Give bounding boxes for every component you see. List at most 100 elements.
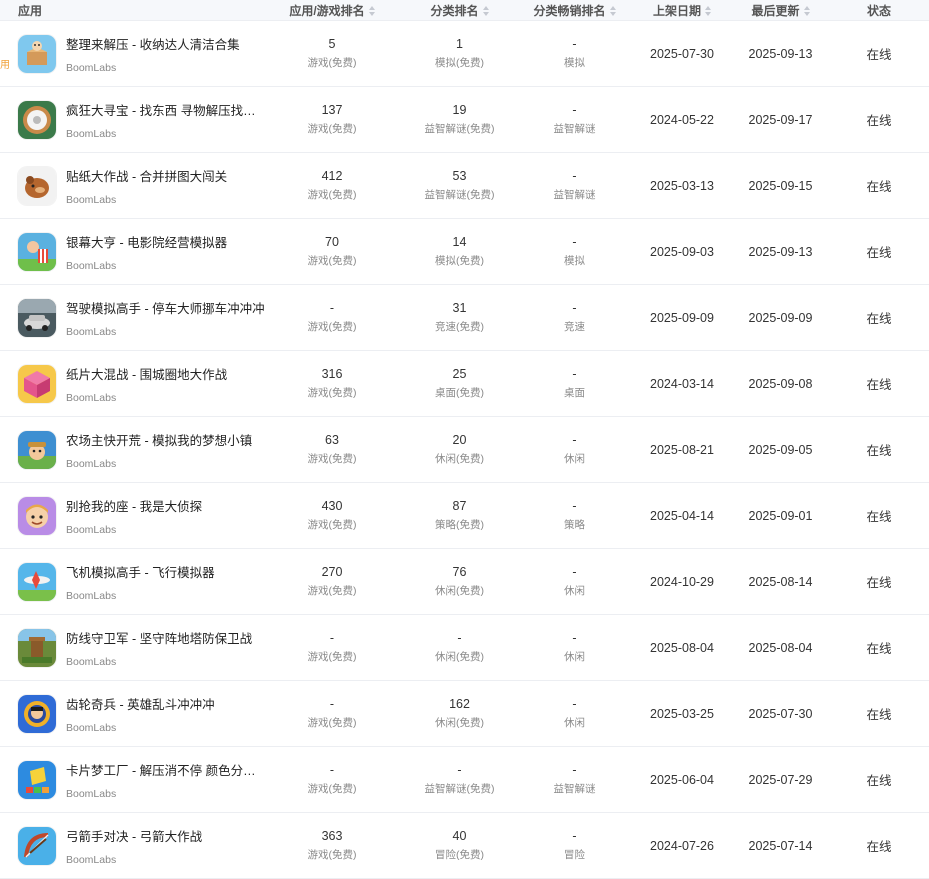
table-row[interactable]: 用 整理来解压 - 收纳达人清洁合集 BoomLabs 5 游戏(免费) 1 模… [0,21,929,87]
app-developer[interactable]: BoomLabs [66,458,252,470]
app-developer[interactable]: BoomLabs [66,854,202,866]
app-name[interactable]: 银幕大亨 - 电影院经营模拟器 [66,232,227,251]
header-category-rank[interactable]: 分类排名 [402,2,517,19]
app-cell[interactable]: 别抢我的座 - 我是大侦探 BoomLabs [0,496,262,536]
table-row[interactable]: 卡片梦工厂 - 解压消不停 颜色分… BoomLabs - 游戏(免费) - 益… [0,747,929,813]
app-name[interactable]: 驾驶模拟高手 - 停车大师挪车冲冲冲 [66,298,265,317]
cube-icon[interactable] [18,364,56,403]
table-row[interactable]: 贴纸大作战 - 合并拼图大闯关 BoomLabs 412 游戏(免费) 53 益… [0,153,929,219]
sort-icon[interactable] [803,6,810,17]
sort-icon[interactable] [705,6,711,17]
header-app: 应用 [0,2,262,19]
app-developer[interactable]: BoomLabs [66,260,227,272]
table-row[interactable]: 纸片大混战 - 围城圈地大作战 BoomLabs 316 游戏(免费) 25 桌… [0,351,929,417]
table-row[interactable]: 驾驶模拟高手 - 停车大师挪车冲冲冲 BoomLabs - 游戏(免费) 31 … [0,285,929,351]
app-name[interactable]: 整理来解压 - 收纳达人清洁合集 [66,34,240,53]
rank-value: 412 [321,169,343,183]
app-developer[interactable]: BoomLabs [66,788,256,800]
app-name[interactable]: 齿轮奇兵 - 英雄乱斗冲冲冲 [66,694,215,713]
app-cell[interactable]: 卡片梦工厂 - 解压消不停 颜色分… BoomLabs [0,760,262,800]
header-release[interactable]: 上架日期 [632,2,732,19]
release-date: 2025-07-30 [650,46,714,61]
sort-icon[interactable] [609,6,616,17]
category-rank-label: 模拟(免费) [435,57,484,69]
box-icon[interactable] [18,34,56,73]
app-cell[interactable]: 飞机模拟高手 - 飞行模拟器 BoomLabs [0,562,262,602]
rank-category: 游戏(免费) [307,387,357,399]
app-name[interactable]: 防线守卫军 - 坚守阵地塔防保卫战 [66,628,252,647]
status-cell: 在线 [829,770,929,789]
app-cell[interactable]: 银幕大亨 - 电影院经营模拟器 BoomLabs [0,232,262,272]
table-row[interactable]: 齿轮奇兵 - 英雄乱斗冲冲冲 BoomLabs - 游戏(免费) 162 休闲(… [0,681,929,747]
app-cell[interactable]: 贴纸大作战 - 合并拼图大闯关 BoomLabs [0,166,262,206]
car-icon[interactable] [18,298,56,337]
header-rank[interactable]: 应用/游戏排名 [262,2,402,19]
updated-date-cell: 2025-08-04 [732,641,829,655]
app-cell[interactable]: 防线守卫军 - 坚守阵地塔防保卫战 BoomLabs [0,628,262,668]
toilet-paper-icon[interactable] [18,100,56,139]
category-rank-value: - [457,631,462,645]
card-stack-icon[interactable] [18,760,56,799]
release-date-cell: 2024-05-22 [632,113,732,127]
category-rank-label: 策略(免费) [435,519,484,531]
app-cell[interactable]: 驾驶模拟高手 - 停车大师挪车冲冲冲 BoomLabs [0,298,265,338]
category-gross-label: 冒险 [564,849,585,861]
category-rank-cell: 31 竞速(免费) [402,301,517,334]
category-rank-cell: - 益智解谜(免费) [402,763,517,796]
plane-icon[interactable] [18,562,56,601]
app-developer[interactable]: BoomLabs [66,62,240,74]
app-cell[interactable]: 弓箭手对决 - 弓箭大作战 BoomLabs [0,826,262,866]
app-name[interactable]: 弓箭手对决 - 弓箭大作战 [66,826,202,845]
app-developer[interactable]: BoomLabs [66,128,256,140]
app-name[interactable]: 纸片大混战 - 围城圈地大作战 [66,364,227,383]
header-category-gross[interactable]: 分类畅销排名 [517,2,632,19]
updated-date: 2025-07-14 [748,838,813,853]
app-name[interactable]: 别抢我的座 - 我是大侦探 [66,496,202,515]
sort-icon[interactable] [368,6,375,17]
bow-icon[interactable] [18,826,56,865]
app-cell[interactable]: 纸片大混战 - 围城圈地大作战 BoomLabs [0,364,262,404]
header-updated[interactable]: 最后更新 [732,2,829,19]
updated-date-cell: 2025-09-09 [732,311,829,325]
app-name[interactable]: 疯狂大寻宝 - 找东西 寻物解压找… [66,100,256,119]
gear-icon[interactable] [18,694,56,733]
sort-icon[interactable] [482,6,489,17]
rank-category: 游戏(免费) [307,519,357,531]
app-name[interactable]: 卡片梦工厂 - 解压消不停 颜色分… [66,760,256,779]
app-developer[interactable]: BoomLabs [66,326,265,338]
bear-icon[interactable] [18,166,56,205]
app-developer[interactable]: BoomLabs [66,194,227,206]
table-row[interactable]: 疯狂大寻宝 - 找东西 寻物解压找… BoomLabs 137 游戏(免费) 1… [0,87,929,153]
farmer-icon[interactable] [18,430,56,469]
table-row[interactable]: 农场主快开荒 - 模拟我的梦想小镇 BoomLabs 63 游戏(免费) 20 … [0,417,929,483]
app-cell[interactable]: 整理来解压 - 收纳达人清洁合集 BoomLabs [0,34,262,74]
app-developer[interactable]: BoomLabs [66,524,202,536]
table-row[interactable]: 飞机模拟高手 - 飞行模拟器 BoomLabs 270 游戏(免费) 76 休闲… [0,549,929,615]
header-app-label: 应用 [18,3,43,18]
table-row[interactable]: 防线守卫军 - 坚守阵地塔防保卫战 BoomLabs - 游戏(免费) - 休闲… [0,615,929,681]
app-developer[interactable]: BoomLabs [66,722,215,734]
rank-category: 游戏(免费) [307,189,357,201]
category-gross-value: - [572,763,577,777]
app-cell[interactable]: 疯狂大寻宝 - 找东西 寻物解压找… BoomLabs [0,100,262,140]
app-name[interactable]: 贴纸大作战 - 合并拼图大闯关 [66,166,227,185]
app-developer[interactable]: BoomLabs [66,656,252,668]
app-developer[interactable]: BoomLabs [66,590,215,602]
app-name[interactable]: 飞机模拟高手 - 飞行模拟器 [66,562,215,581]
category-rank-value: 40 [452,829,467,843]
popcorn-icon[interactable] [18,232,56,271]
table-row[interactable]: 银幕大亨 - 电影院经营模拟器 BoomLabs 70 游戏(免费) 14 模拟… [0,219,929,285]
app-cell[interactable]: 齿轮奇兵 - 英雄乱斗冲冲冲 BoomLabs [0,694,262,734]
status-cell: 在线 [829,836,929,855]
table-row[interactable]: 别抢我的座 - 我是大侦探 BoomLabs 430 游戏(免费) 87 策略(… [0,483,929,549]
category-gross-value: - [572,235,577,249]
tower-icon[interactable] [18,628,56,667]
category-gross-cell: - 休闲 [517,565,632,598]
face-icon[interactable] [18,496,56,535]
app-name[interactable]: 农场主快开荒 - 模拟我的梦想小镇 [66,430,252,449]
release-date-cell: 2025-07-30 [632,47,732,61]
app-developer[interactable]: BoomLabs [66,392,227,404]
table-row[interactable]: 弓箭手对决 - 弓箭大作战 BoomLabs 363 游戏(免费) 40 冒险(… [0,813,929,879]
category-gross-label: 休闲 [564,717,585,729]
app-cell[interactable]: 农场主快开荒 - 模拟我的梦想小镇 BoomLabs [0,430,262,470]
